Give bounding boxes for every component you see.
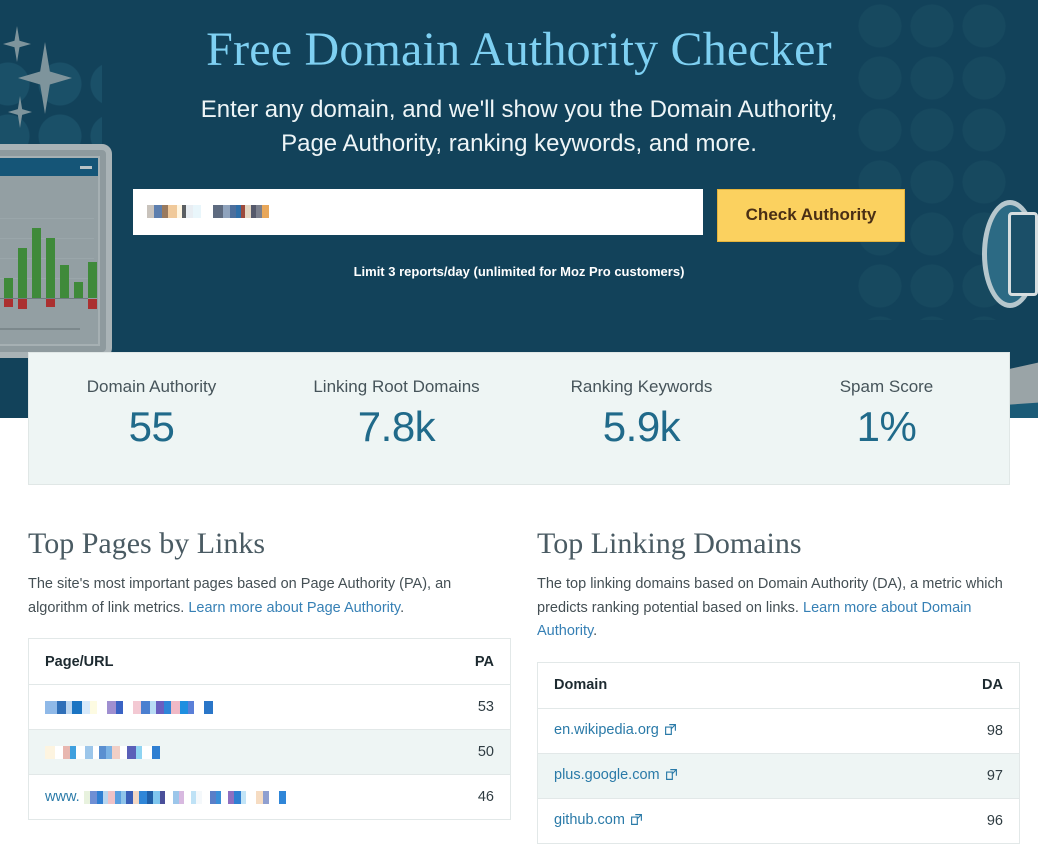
da-value-cell: 98 (946, 708, 1020, 753)
redacted-page-url (45, 699, 213, 715)
domain-link[interactable]: en.wikipedia.org (554, 722, 659, 738)
redacted-domain-value (147, 203, 269, 221)
table-row[interactable]: plus.google.com 97 (538, 753, 1020, 798)
pa-value-cell: 53 (437, 685, 511, 730)
table-header-row: Domain DA (538, 662, 1020, 708)
page-url-cell[interactable] (29, 685, 437, 730)
section-description: The site's most important pages based on… (28, 573, 511, 620)
metrics-summary-card: Domain Authority 55 Linking Root Domains… (28, 352, 1010, 485)
hero-subtitle-line-1: Enter any domain, and we'll show you the… (139, 93, 899, 127)
metric-spam-score: Spam Score 1% (764, 353, 1009, 484)
section-title: Top Pages by Links (28, 485, 511, 560)
column-header-domain: Domain (538, 662, 946, 708)
domain-cell[interactable]: plus.google.com (538, 753, 946, 798)
column-header-pa: PA (437, 639, 511, 685)
dashboard-illustration-footer-rule (0, 328, 80, 330)
page-url-cell[interactable]: www. (29, 775, 437, 820)
da-value-cell: 97 (946, 753, 1020, 798)
domain-search-input[interactable] (133, 189, 703, 235)
hero-subtitle: Enter any domain, and we'll show you the… (139, 93, 899, 161)
metric-value: 55 (29, 403, 274, 451)
metric-label: Ranking Keywords (519, 377, 764, 397)
metric-value: 1% (764, 403, 1009, 451)
section-description-tail: . (400, 600, 404, 616)
hero-subtitle-line-2: Page Authority, ranking keywords, and mo… (139, 127, 899, 161)
check-authority-button[interactable]: Check Authority (717, 189, 905, 242)
external-link-icon (630, 813, 643, 830)
metric-label: Linking Root Domains (274, 377, 519, 397)
metric-label: Spam Score (764, 377, 1009, 397)
pa-value-cell: 46 (437, 775, 511, 820)
section-title: Top Linking Domains (537, 485, 1020, 560)
page-title: Free Domain Authority Checker (0, 0, 1038, 79)
metric-domain-authority: Domain Authority 55 (29, 353, 274, 484)
pa-value-cell: 50 (437, 730, 511, 775)
external-link-icon (664, 723, 677, 740)
domain-link[interactable]: github.com (554, 812, 625, 828)
section-top-pages-by-links: Top Pages by Links The site's most impor… (28, 485, 511, 844)
section-description: The top linking domains based on Domain … (537, 573, 1020, 644)
top-linking-domains-table: Domain DA en.wikipedia.org 98 plus.googl… (537, 662, 1020, 844)
main-content: Top Pages by Links The site's most impor… (0, 485, 1038, 844)
page-url-prefix[interactable]: www. (45, 789, 80, 805)
da-value-cell: 96 (946, 798, 1020, 843)
metric-value: 7.8k (274, 403, 519, 451)
search-row: Check Authority (0, 189, 1038, 242)
table-row[interactable]: www. 46 (29, 775, 511, 820)
learn-more-page-authority-link[interactable]: Learn more about Page Authority (188, 600, 400, 616)
page-url-cell[interactable] (29, 730, 437, 775)
table-row[interactable]: github.com 96 (538, 798, 1020, 843)
column-header-page-url: Page/URL (29, 639, 437, 685)
metric-value: 5.9k (519, 403, 764, 451)
limit-note: Limit 3 reports/day (unlimited for Moz P… (0, 264, 1038, 279)
metric-label: Domain Authority (29, 377, 274, 397)
metric-ranking-keywords: Ranking Keywords 5.9k (519, 353, 764, 484)
metric-linking-root-domains: Linking Root Domains 7.8k (274, 353, 519, 484)
redacted-page-url (80, 789, 286, 805)
column-header-da: DA (946, 662, 1020, 708)
table-row[interactable]: 53 (29, 685, 511, 730)
domain-cell[interactable]: github.com (538, 798, 946, 843)
top-pages-table: Page/URL PA 53 (28, 638, 511, 820)
domain-cell[interactable]: en.wikipedia.org (538, 708, 946, 753)
table-row[interactable]: en.wikipedia.org 98 (538, 708, 1020, 753)
table-row[interactable]: 50 (29, 730, 511, 775)
section-top-linking-domains: Top Linking Domains The top linking doma… (537, 485, 1020, 844)
external-link-icon (665, 768, 678, 785)
domain-link[interactable]: plus.google.com (554, 767, 660, 783)
redacted-page-url (45, 744, 160, 760)
section-description-tail: . (593, 623, 597, 639)
table-header-row: Page/URL PA (29, 639, 511, 685)
